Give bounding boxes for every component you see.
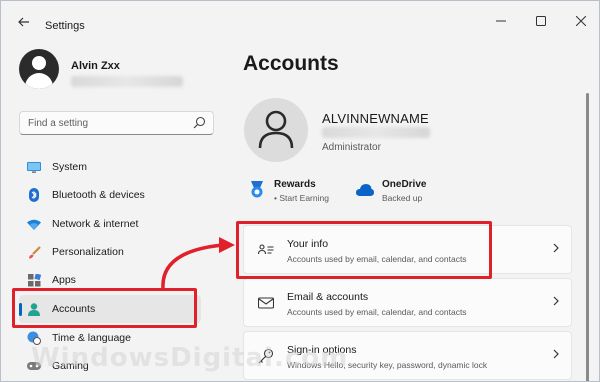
page-title: Accounts: [243, 52, 339, 75]
rewards-title: Rewards: [274, 179, 316, 190]
cloud-icon: [356, 184, 374, 196]
account-avatar: [244, 98, 308, 162]
chevron-right-icon: [553, 348, 559, 362]
sidebar-item-label: Bluetooth & devices: [52, 189, 145, 201]
redacted-email: [322, 127, 430, 138]
account-role: Administrator: [322, 142, 381, 153]
monitor-icon: [27, 160, 41, 174]
search-icon: [193, 116, 206, 129]
sidebar-item-label: Network & internet: [52, 218, 139, 230]
watermark-text: WindowsDigital.com: [31, 343, 349, 373]
rewards-medal-icon: [251, 181, 263, 198]
minimize-button[interactable]: [487, 11, 515, 31]
sidebar-item-label: Apps: [52, 274, 76, 286]
settings-window: Settings Alvin Zxx Find a setting System…: [0, 0, 600, 382]
card-subtitle: Accounts used by email, calendar, and co…: [287, 307, 467, 317]
back-arrow-icon[interactable]: [13, 13, 35, 31]
onedrive-subtitle: Backed up: [382, 193, 423, 203]
sidebar-item-system[interactable]: System: [19, 153, 201, 181]
onedrive-link[interactable]: OneDrive Backed up: [356, 179, 426, 203]
brush-icon: [27, 245, 41, 259]
search-placeholder: Find a setting: [28, 118, 89, 129]
highlight-box-your-info: [236, 221, 492, 279]
profile-name: Alvin Zxx: [71, 60, 120, 72]
card-email-accounts[interactable]: Email & accounts Accounts used by email,…: [243, 278, 572, 327]
person-icon: [258, 110, 294, 149]
account-name: ALVINNEWNAME: [322, 111, 429, 126]
avatar: [19, 49, 59, 89]
redacted-email: [71, 76, 183, 87]
rewards-subtitle: • Start Earning: [274, 193, 329, 203]
envelope-icon: [258, 297, 274, 309]
sidebar-item-bluetooth[interactable]: Bluetooth & devices: [19, 181, 201, 209]
close-button[interactable]: [567, 11, 595, 31]
rewards-link[interactable]: Rewards • Start Earning: [248, 179, 329, 203]
sidebar-item-label: Personalization: [52, 246, 124, 258]
search-input[interactable]: Find a setting: [19, 111, 214, 135]
highlight-box-accounts: [12, 288, 197, 328]
card-title: Email & accounts: [287, 291, 369, 303]
chevron-right-icon: [553, 242, 559, 256]
arrow-annotation: [161, 237, 235, 289]
apps-icon: [27, 273, 41, 287]
wifi-icon: [27, 217, 41, 231]
window-title: Settings: [45, 20, 85, 32]
title-bar: Settings: [1, 1, 599, 41]
chevron-right-icon: [553, 295, 559, 309]
onedrive-title: OneDrive: [382, 179, 427, 190]
scrollbar[interactable]: [586, 93, 589, 381]
bluetooth-icon: [27, 188, 41, 202]
sidebar-item-label: System: [52, 161, 88, 173]
maximize-button[interactable]: [527, 11, 555, 31]
